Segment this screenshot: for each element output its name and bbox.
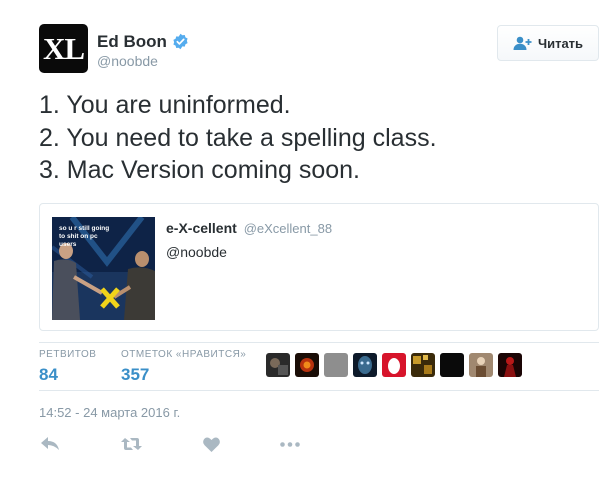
liker-avatar[interactable] — [411, 353, 435, 377]
reply-button[interactable] — [39, 435, 61, 453]
quoted-tweet[interactable]: so u r still going to shit on pc users e… — [39, 203, 599, 331]
avatar-logo-text: XL — [42, 30, 85, 66]
quoted-image-caption: so u r still going to shit on pc users — [59, 225, 110, 248]
follow-button-label: Читать — [537, 35, 584, 51]
divider — [39, 342, 599, 343]
liker-avatar[interactable] — [440, 353, 464, 377]
like-button[interactable] — [200, 435, 222, 453]
reply-icon — [41, 437, 59, 450]
liker-avatar[interactable] — [469, 353, 493, 377]
liker-avatar[interactable] — [353, 353, 377, 377]
liker-avatar[interactable] — [382, 353, 406, 377]
verified-badge-icon — [173, 33, 188, 50]
tweet-text: 1. You are uninformed. 2. You need to ta… — [39, 89, 599, 187]
likes-stat[interactable]: ОТМЕТОК «НРАВИТСЯ» 357 — [121, 349, 246, 385]
retweet-icon — [120, 438, 142, 450]
add-user-icon — [513, 36, 532, 50]
likes-label: ОТМЕТОК «НРАВИТСЯ» — [121, 349, 247, 360]
quoted-author-handle: @eXcellent_88 — [243, 221, 333, 236]
liker-avatar[interactable] — [295, 353, 319, 377]
heart-icon — [202, 437, 220, 452]
tweet-line: 3. Mac Version coming soon. — [39, 156, 360, 184]
likes-count: 357 — [121, 365, 150, 384]
quoted-author-name: e-X-cellent — [166, 220, 237, 236]
retweets-count: 84 — [39, 365, 58, 384]
liker-avatar[interactable] — [266, 353, 290, 377]
display-name[interactable]: Ed Boon — [97, 32, 167, 52]
quoted-tweet-text: @noobde — [166, 244, 227, 260]
liker-avatar[interactable] — [498, 353, 522, 377]
tweet-line: 1. You are uninformed. — [39, 91, 291, 119]
quoted-tweet-image: so u r still going to shit on pc users — [52, 217, 155, 320]
retweets-label: РЕТВИТОВ — [39, 349, 97, 360]
retweet-button[interactable] — [120, 435, 142, 453]
more-button[interactable] — [279, 435, 301, 453]
more-icon — [280, 441, 300, 447]
retweet-stat[interactable]: РЕТВИТОВ 84 — [39, 349, 96, 385]
handle[interactable]: @noobde — [97, 53, 158, 69]
avatar[interactable]: XL — [39, 24, 88, 73]
liker-avatar[interactable] — [324, 353, 348, 377]
divider — [39, 390, 599, 391]
follow-button[interactable]: Читать — [497, 25, 599, 61]
timestamp[interactable]: 14:52 - 24 марта 2016 г. — [39, 405, 180, 420]
quoted-author: e-X-cellent @eXcellent_88 — [166, 220, 332, 236]
tweet-line: 2. You need to take a spelling class. — [39, 123, 437, 152]
likers-avatars — [266, 353, 522, 377]
